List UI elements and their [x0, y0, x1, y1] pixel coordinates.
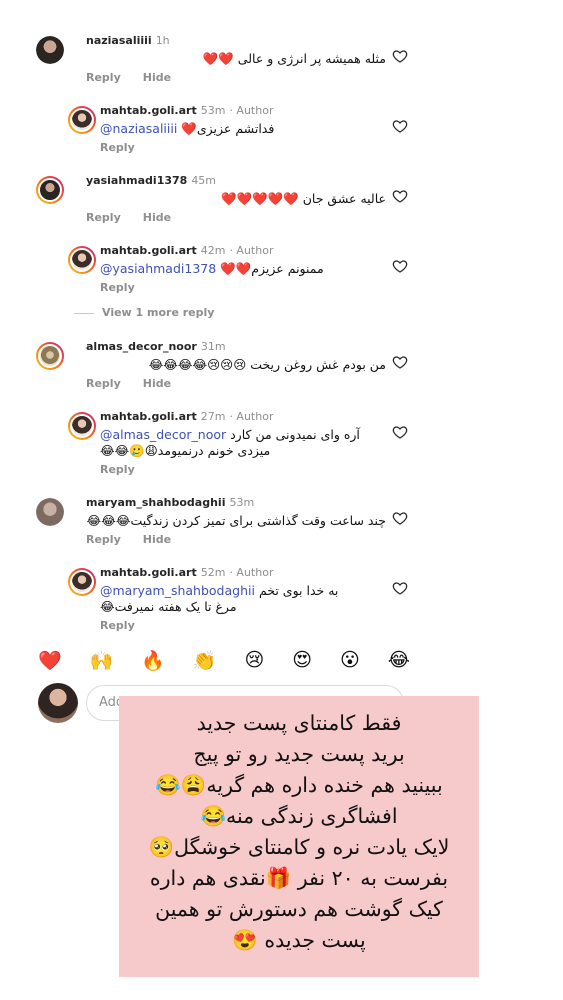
- reaction-surprised[interactable]: 😮: [340, 649, 360, 671]
- comment-text: عالیه عشق جان ❤️❤️❤️❤️❤️: [220, 191, 386, 206]
- hide-button[interactable]: Hide: [143, 211, 171, 224]
- comment-time: 53m: [200, 104, 226, 117]
- reaction-laughing[interactable]: 😂: [388, 649, 410, 671]
- comment-text: چند ساعت وقت گذاشتی برای تمیز کردن زندگی…: [86, 513, 386, 528]
- quick-reaction-bar: ❤️ 🙌 🔥 👏 😢 😍 😮 😂: [22, 640, 422, 680]
- mention-link[interactable]: @yasiahmadi1378: [100, 261, 216, 276]
- reply-item: mahtab.goli.art 52m · Author @maryam_shahb…: [68, 566, 408, 640]
- view-more-replies-button[interactable]: View 1 more reply: [102, 306, 214, 319]
- overlay-line: ببینید هم خنده داره هم گریه😩😂: [155, 773, 443, 797]
- mention-link[interactable]: @almas_decor_noor: [100, 427, 226, 442]
- avatar[interactable]: [36, 498, 64, 526]
- reply-button[interactable]: Reply: [86, 71, 121, 84]
- avatar-image: [36, 36, 64, 64]
- reply-button[interactable]: Reply: [100, 463, 135, 476]
- avatar[interactable]: [68, 246, 96, 274]
- avatar-image: [70, 248, 94, 272]
- avatar-image: [38, 344, 62, 368]
- like-heart-icon[interactable]: [392, 354, 408, 370]
- like-heart-icon[interactable]: [392, 424, 408, 440]
- hide-button[interactable]: Hide: [143, 533, 171, 546]
- mention-link[interactable]: @maryam_shahbodaghii: [100, 583, 255, 598]
- comment-time: 52m: [200, 566, 226, 579]
- like-heart-icon[interactable]: [392, 510, 408, 526]
- avatar-image: [36, 498, 64, 526]
- overlay-line: پست جدیده 😍: [232, 928, 366, 952]
- comment-username[interactable]: almas_decor_noor: [86, 340, 197, 353]
- comment-text: فداتشم عزیزی❤️: [181, 121, 275, 136]
- avatar-image: [70, 570, 94, 594]
- avatar[interactable]: [68, 412, 96, 440]
- reply-item: mahtab.goli.art 42m · Author @yasiahmadi13…: [68, 244, 408, 304]
- comment-username[interactable]: mahtab.goli.art: [100, 104, 197, 117]
- like-heart-icon[interactable]: [392, 188, 408, 204]
- comment-item: maryam_shahbodaghii 53m چند ساعت وقت گذاش…: [36, 496, 408, 556]
- comment-item: almas_decor_noor 31m من بودم غش روغن ریخت…: [36, 340, 408, 400]
- like-heart-icon[interactable]: [392, 48, 408, 64]
- mention-link[interactable]: @naziasaliiii: [100, 121, 177, 136]
- comment-username[interactable]: yasiahmadi1378: [86, 174, 187, 187]
- comment-username[interactable]: naziasaliiii: [86, 34, 152, 47]
- reply-button[interactable]: Reply: [86, 211, 121, 224]
- comment-time: 1h: [155, 34, 170, 47]
- comment-text: من بودم غش روغن ریخت 😢😢😢😂😂😂😂: [148, 357, 386, 372]
- overlay-line: کیک گوشت هم دستورش تو همین: [155, 897, 443, 921]
- avatar[interactable]: [68, 106, 96, 134]
- overlay-line: فقط کامنتای پست جدید: [196, 711, 402, 735]
- comment-item: naziasaliiii 1h مثله همیشه پر انرژی و عال…: [36, 34, 408, 94]
- comment-time: 53m: [229, 496, 255, 509]
- author-tag: · Author: [229, 244, 274, 257]
- comment-time: 31m: [200, 340, 226, 353]
- author-tag: · Author: [229, 566, 274, 579]
- avatar-image: [38, 178, 62, 202]
- story-text-overlay: فقط کامنتای پست جدید برید پست جدید رو تو…: [119, 696, 479, 977]
- overlay-line: افشاگری زندگی منه😂: [200, 804, 398, 828]
- comment-text: ممنونم عزیزم❤️❤️: [220, 261, 324, 276]
- reaction-raised-hands[interactable]: 🙌: [90, 649, 114, 672]
- reply-item: mahtab.goli.art 27m · Author @almas_decor_…: [68, 410, 408, 484]
- reply-button[interactable]: Reply: [100, 619, 135, 632]
- avatar[interactable]: [68, 568, 96, 596]
- like-heart-icon[interactable]: [392, 580, 408, 596]
- author-tag: · Author: [229, 104, 274, 117]
- overlay-line: برید پست جدید رو تو پیج: [193, 742, 405, 766]
- comments-panel: naziasaliiii 1h مثله همیشه پر انرژی و عال…: [0, 0, 563, 1000]
- reaction-crying[interactable]: 😢: [245, 649, 265, 671]
- comment-username[interactable]: mahtab.goli.art: [100, 244, 197, 257]
- avatar[interactable]: [36, 342, 64, 370]
- reaction-heart-eyes[interactable]: 😍: [292, 649, 312, 671]
- comment-username[interactable]: mahtab.goli.art: [100, 410, 197, 423]
- like-heart-icon[interactable]: [392, 258, 408, 274]
- comment-time: 45m: [191, 174, 217, 187]
- comment-username[interactable]: maryam_shahbodaghii: [86, 496, 225, 509]
- avatar[interactable]: [36, 36, 64, 64]
- like-heart-icon[interactable]: [392, 118, 408, 134]
- overlay-line: بفرست به ۲۰ نفر 🎁نقدی هم داره: [149, 866, 449, 890]
- avatar-image: [70, 108, 94, 132]
- comment-text: مثله همیشه پر انرژی و عالی ❤️❤️: [202, 51, 386, 66]
- reply-button[interactable]: Reply: [86, 377, 121, 390]
- comment-time: 42m: [200, 244, 226, 257]
- reaction-clap[interactable]: 👏: [193, 649, 217, 672]
- reaction-heart[interactable]: ❤️: [38, 649, 62, 672]
- reply-button[interactable]: Reply: [100, 281, 135, 294]
- reply-item: mahtab.goli.art 53m · Author @naziasaliiii…: [68, 104, 408, 164]
- reaction-fire[interactable]: 🔥: [141, 649, 165, 672]
- author-tag: · Author: [229, 410, 274, 423]
- comment-username[interactable]: mahtab.goli.art: [100, 566, 197, 579]
- comment-list: naziasaliiii 1h مثله همیشه پر انرژی و عال…: [22, 22, 422, 640]
- reply-button[interactable]: Reply: [100, 141, 135, 154]
- comment-item: yasiahmadi1378 45m عالیه عشق جان ❤️❤️❤️❤️…: [36, 174, 408, 234]
- hide-button[interactable]: Hide: [143, 377, 171, 390]
- avatar-image: [70, 414, 94, 438]
- my-avatar: [38, 683, 78, 723]
- hide-button[interactable]: Hide: [143, 71, 171, 84]
- avatar[interactable]: [36, 176, 64, 204]
- overlay-line: لایک یادت نره و کامنتای خوشگل🥺: [148, 835, 450, 859]
- reply-button[interactable]: Reply: [86, 533, 121, 546]
- comment-time: 27m: [200, 410, 226, 423]
